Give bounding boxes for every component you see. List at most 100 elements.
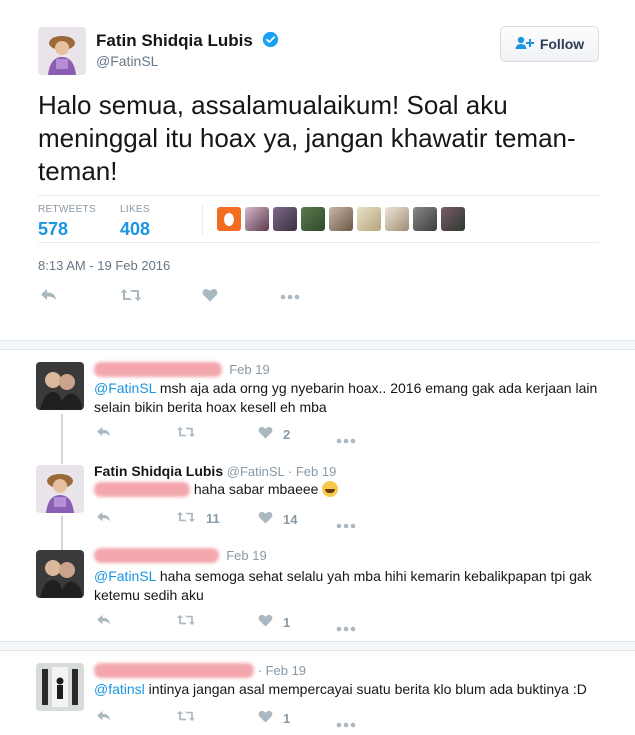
retweets-stat[interactable]: RETWEETS 578	[38, 204, 96, 240]
reply-date[interactable]: · Feb 19	[258, 663, 306, 678]
avatar[interactable]	[36, 550, 84, 598]
tweet-timestamp[interactable]: 8:13 AM - 19 Feb 2016	[38, 258, 170, 273]
like-count: 14	[283, 511, 298, 527]
like-button[interactable]	[202, 288, 218, 305]
author-name-text[interactable]: Fatin Shidqia Lubis	[96, 31, 253, 50]
like-button[interactable]: 14	[258, 511, 297, 527]
reply-header: Fatin Shidqia Lubis @FatinSL · Feb 19	[94, 463, 336, 479]
liker-avatar[interactable]	[413, 207, 437, 231]
reply-actions: 1	[94, 710, 394, 728]
reply-button[interactable]	[40, 288, 58, 305]
liker-avatar[interactable]	[273, 207, 297, 231]
more-button[interactable]	[336, 620, 356, 635]
mention-link[interactable]: @FatinSL	[94, 568, 156, 584]
more-icon	[336, 517, 356, 532]
heart-icon	[258, 426, 273, 442]
liker-avatar[interactable]	[357, 207, 381, 231]
more-icon	[336, 620, 356, 635]
reply-button[interactable]	[96, 614, 112, 629]
like-button[interactable]: 2	[258, 426, 290, 442]
more-icon	[336, 432, 356, 447]
mention-link[interactable]: @FatinSL	[94, 380, 156, 396]
heart-icon	[258, 710, 273, 726]
retweet-button[interactable]: 11	[176, 511, 220, 526]
liker-avatar[interactable]	[301, 207, 325, 231]
liker-avatar[interactable]	[245, 207, 269, 231]
reply-handle[interactable]: @FatinSL	[227, 464, 285, 479]
reply-button[interactable]	[96, 710, 112, 725]
redacted-author	[94, 548, 219, 563]
add-user-icon	[515, 36, 535, 53]
reply-date[interactable]: Feb 19	[226, 548, 266, 563]
reply-button[interactable]	[96, 426, 112, 441]
reply-tweet[interactable]: · Feb 19 @fatinsl intinya jangan asal me…	[0, 653, 635, 735]
reply-text: @FatinSL msh aja ada orng yg nyebarin ho…	[94, 379, 609, 417]
reply-text: @FatinSL haha semoga sehat selalu yah mb…	[94, 567, 609, 605]
retweets-count[interactable]: 578	[38, 219, 96, 240]
retweet-button[interactable]	[176, 710, 206, 725]
avatar[interactable]	[36, 465, 84, 513]
reply-button[interactable]	[96, 511, 112, 526]
liker-avatar[interactable]	[441, 207, 465, 231]
reply-header: · Feb 19	[94, 663, 306, 678]
like-button[interactable]: 1	[258, 614, 290, 630]
reply-body: haha semoga sehat selalu yah mba hihi ke…	[94, 568, 592, 603]
like-count: 1	[283, 614, 291, 630]
heart-icon	[202, 288, 218, 305]
reply-tweet[interactable]: Fatin Shidqia Lubis @FatinSL · Feb 19 ha…	[0, 455, 635, 535]
main-tweet: Fatin Shidqia Lubis @FatinSL Follow Halo…	[0, 0, 635, 340]
more-button[interactable]	[280, 288, 300, 303]
more-button[interactable]	[336, 716, 356, 731]
mention-link[interactable]: @fatinsl	[94, 681, 145, 697]
avatar[interactable]	[36, 663, 84, 711]
avatar[interactable]	[38, 27, 86, 75]
more-button[interactable]	[336, 432, 356, 447]
avatar[interactable]	[36, 362, 84, 410]
liker-avatar[interactable]	[329, 207, 353, 231]
redacted-mention	[94, 482, 190, 497]
like-button[interactable]: 1	[258, 710, 290, 726]
more-icon	[336, 716, 356, 731]
tweet-actions	[38, 288, 338, 308]
section-separator	[0, 340, 635, 350]
likes-count[interactable]: 408	[120, 219, 150, 240]
author-handle[interactable]: @FatinSL	[96, 53, 158, 69]
reply-author-name[interactable]: Fatin Shidqia Lubis	[94, 463, 223, 479]
reply-actions: 2	[94, 426, 394, 444]
reply-body: msh aja ada orng yg nyebarin hoax.. 2016…	[94, 380, 598, 415]
retweet-button[interactable]	[120, 288, 142, 305]
likes-stat[interactable]: LIKES 408	[120, 204, 150, 240]
more-button[interactable]	[336, 517, 356, 532]
reply-date[interactable]: · Feb 19	[288, 464, 336, 479]
reply-body: intinya jangan asal mempercayai suatu be…	[144, 681, 587, 697]
likes-label: LIKES	[120, 204, 150, 215]
section-separator	[0, 641, 635, 651]
retweets-label: RETWEETS	[38, 204, 96, 215]
liker-avatar[interactable]	[385, 207, 409, 231]
grinning-emoji-icon	[322, 481, 339, 497]
author-name[interactable]: Fatin Shidqia Lubis	[96, 31, 279, 53]
like-count: 2	[283, 426, 291, 442]
reply-icon	[40, 288, 58, 305]
retweet-icon	[176, 511, 196, 526]
stats-divider	[202, 205, 203, 235]
liker-avatar[interactable]	[217, 207, 241, 231]
retweet-icon	[176, 710, 196, 725]
retweet-button[interactable]	[176, 426, 206, 441]
retweet-button[interactable]	[176, 614, 206, 629]
reply-text: haha sabar mbaeee	[94, 480, 609, 499]
tweet-text: Halo semua, assalamualaikum! Soal aku me…	[38, 90, 576, 186]
heart-icon	[258, 511, 273, 527]
reply-body: haha sabar mbaeee	[190, 481, 319, 497]
reply-tweet[interactable]: Feb 19 @FatinSL haha semoga sehat selalu…	[0, 540, 635, 640]
reply-icon	[96, 511, 112, 526]
retweet-count: 11	[206, 511, 220, 526]
liker-avatars	[217, 207, 465, 231]
reply-tweet[interactable]: Feb 19 @FatinSL msh aja ada orng yg nyeb…	[0, 352, 635, 448]
reply-date[interactable]: Feb 19	[229, 362, 269, 377]
follow-button[interactable]: Follow	[500, 26, 599, 62]
more-icon	[280, 288, 300, 303]
redacted-author	[94, 663, 254, 678]
retweet-icon	[176, 614, 196, 629]
redacted-author	[94, 362, 222, 377]
